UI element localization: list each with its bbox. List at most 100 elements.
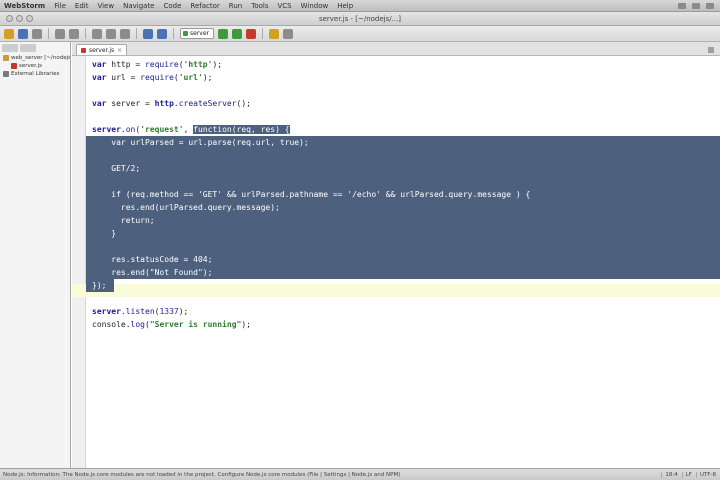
replace-icon[interactable]: [157, 28, 167, 39]
tree-item[interactable]: web_server [~/nodejs]: [0, 54, 70, 62]
menu-item-navigate[interactable]: Navigate: [123, 2, 154, 10]
window-title: server.js - [~/nodejs/...]: [318, 14, 402, 23]
js-file-icon: [11, 63, 17, 69]
run-config-select[interactable]: server: [180, 28, 214, 39]
menu-item-help[interactable]: Help: [337, 2, 353, 10]
close-tab-icon[interactable]: ×: [117, 47, 122, 54]
code-token: url =: [111, 73, 141, 82]
clock-icon[interactable]: [706, 2, 714, 9]
help-icon[interactable]: [283, 28, 293, 39]
project-view-select[interactable]: [2, 44, 18, 52]
tree-item-label: server.js: [19, 63, 43, 69]
menu-item-edit[interactable]: Edit: [75, 2, 89, 10]
code-line: [86, 240, 720, 253]
tree-item[interactable]: server.js: [0, 62, 70, 70]
battery-icon[interactable]: [692, 2, 700, 9]
main-toolbar: server: [0, 26, 720, 42]
stop-icon[interactable]: [246, 28, 256, 39]
code-token: console.: [92, 320, 131, 329]
code-token: 'request': [140, 125, 184, 134]
code-token: );: [202, 73, 213, 82]
node-config-icon: [183, 31, 188, 36]
cursor-position[interactable]: 18:4: [661, 471, 678, 478]
tab-label: server.js: [89, 46, 115, 54]
code-token: 1337: [159, 307, 179, 316]
code-token: "Server is running": [149, 320, 242, 329]
editor-gutter[interactable]: [72, 56, 86, 468]
code-token: server: [92, 307, 121, 316]
toolbar-divider: [48, 28, 49, 39]
menu-item-webstorm[interactable]: WebStorm: [4, 2, 45, 10]
redo-icon[interactable]: [69, 28, 79, 39]
toolbar-divider: [173, 28, 174, 39]
menu-item-vcs[interactable]: VCS: [277, 2, 291, 10]
save-all-icon[interactable]: [18, 28, 28, 39]
line-separator[interactable]: LF: [681, 471, 692, 478]
project-tree: web_server [~/nodejs] server.js External L…: [0, 54, 70, 78]
menu-item-file[interactable]: File: [54, 2, 66, 10]
code-token: var: [92, 99, 112, 108]
code-line: server.listen(1337);: [86, 305, 188, 318]
tab-list-icon[interactable]: [708, 47, 714, 53]
code-line: if (req.method == 'GET' && urlParsed.pat…: [86, 188, 720, 201]
code-token: http =: [111, 60, 145, 69]
code-token: server: [92, 125, 121, 134]
code-line: [86, 175, 720, 188]
code-line: res.end(urlParsed.query.message);: [86, 201, 720, 214]
panel-settings-icon[interactable]: [20, 44, 36, 52]
code-token: http: [154, 99, 174, 108]
tree-item-label: web_server [~/nodejs]: [11, 55, 70, 61]
menu-item-code[interactable]: Code: [164, 2, 182, 10]
code-editor[interactable]: var http = require('http'); var url = req…: [86, 58, 720, 468]
folder-icon: [3, 55, 9, 61]
cut-icon[interactable]: [92, 28, 102, 39]
menu-item-run[interactable]: Run: [229, 2, 242, 10]
wifi-icon[interactable]: [678, 2, 686, 9]
settings-icon[interactable]: [269, 28, 279, 39]
file-encoding[interactable]: UTF-8: [695, 471, 716, 478]
window-title-bar: server.js - [~/nodejs/...]: [0, 12, 720, 26]
code-token: ();: [236, 99, 251, 108]
find-icon[interactable]: [143, 28, 153, 39]
project-panel: web_server [~/nodejs] server.js External L…: [0, 42, 71, 468]
code-token: ,: [183, 125, 194, 134]
code-token: });: [92, 281, 107, 290]
run-icon[interactable]: [218, 28, 228, 39]
open-folder-icon[interactable]: [4, 28, 14, 39]
code-token: var urlParsed = url.parse(req.url, true)…: [92, 138, 309, 147]
code-line: [86, 149, 720, 162]
code-token: return;: [92, 216, 155, 225]
menu-item-tools[interactable]: Tools: [251, 2, 268, 10]
tree-item-label: External Libraries: [11, 71, 60, 77]
code-token: );: [178, 307, 189, 316]
sync-icon[interactable]: [32, 28, 42, 39]
project-panel-header: [0, 42, 70, 54]
status-bar: Node.js: Information: The Node.js core m…: [0, 468, 720, 480]
code-token: res.statusCode = 404;: [92, 255, 213, 264]
status-message[interactable]: Node.js: Information: The Node.js core m…: [3, 472, 640, 478]
editor-tab-bar: server.js ×: [72, 42, 720, 56]
menu-item-window[interactable]: Window: [301, 2, 329, 10]
code-token: 'http': [183, 60, 213, 69]
code-token: 'url': [178, 73, 203, 82]
code-line: console.log("Server is running");: [86, 318, 251, 331]
code-line: res.end("Not Found");: [86, 266, 720, 279]
code-token: server =: [111, 99, 155, 108]
menu-item-refactor[interactable]: Refactor: [190, 2, 219, 10]
code-line: var urlParsed = url.parse(req.url, true)…: [86, 136, 720, 149]
paste-icon[interactable]: [120, 28, 130, 39]
code-line: });: [86, 279, 114, 292]
code-token: GET/2;: [92, 164, 141, 173]
debug-icon[interactable]: [232, 28, 242, 39]
tab-server-js[interactable]: server.js ×: [76, 44, 128, 55]
undo-icon[interactable]: [55, 28, 65, 39]
tree-item[interactable]: External Libraries: [0, 70, 70, 78]
code-token: var: [92, 73, 112, 82]
menu-item-view[interactable]: View: [97, 2, 114, 10]
code-token: );: [212, 60, 223, 69]
code-line: return;: [86, 214, 720, 227]
copy-icon[interactable]: [106, 28, 116, 39]
code-line: var http = require('http');: [86, 58, 222, 71]
